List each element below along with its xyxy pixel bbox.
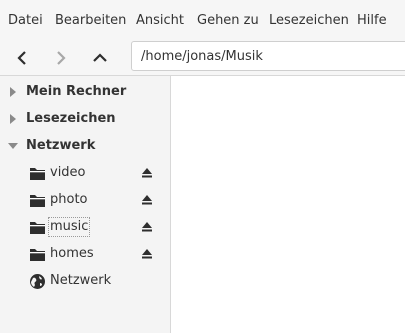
sidebar-item-homes[interactable]: homes — [0, 241, 170, 268]
sidebar-item-label: photo — [50, 192, 88, 207]
expander-collapsed-icon[interactable] — [10, 114, 16, 124]
chevron-up-icon — [93, 53, 107, 62]
sidebar-section-network[interactable]: Netzwerk — [0, 133, 170, 160]
chevron-right-icon — [57, 51, 66, 65]
menu-edit[interactable]: Bearbeiten — [55, 12, 126, 30]
folder-icon — [30, 168, 45, 180]
sidebar-item-video[interactable]: video — [0, 160, 170, 187]
sidebar-section-bookmarks[interactable]: Lesezeichen — [0, 106, 170, 133]
eject-icon[interactable] — [141, 167, 153, 179]
section-label: Netzwerk — [26, 138, 96, 153]
folder-icon — [30, 222, 45, 234]
sidebar-item-music[interactable]: music — [0, 214, 170, 241]
sidebar-item-label: homes — [50, 246, 94, 261]
folder-icon — [30, 249, 45, 261]
file-view[interactable] — [171, 76, 405, 333]
sidebar-item-photo[interactable]: photo — [0, 187, 170, 214]
chevron-left-icon — [17, 51, 26, 65]
section-label: Mein Rechner — [26, 84, 127, 99]
eject-icon[interactable] — [141, 248, 153, 260]
toolbar: /home/jonas/Musik — [0, 40, 405, 76]
expander-expanded-icon[interactable] — [8, 143, 18, 149]
sidebar-item-label: music — [48, 217, 91, 237]
sidebar-item-label: Netzwerk — [50, 273, 112, 288]
section-label: Lesezeichen — [26, 111, 116, 126]
sidebar-item-label: video — [50, 165, 86, 180]
sidebar-section-computer[interactable]: Mein Rechner — [0, 79, 170, 106]
expander-collapsed-icon[interactable] — [10, 87, 16, 97]
location-path: /home/jonas/Musik — [141, 49, 263, 64]
globe-icon — [30, 274, 45, 289]
eject-icon[interactable] — [141, 221, 153, 233]
up-button[interactable] — [86, 44, 114, 72]
back-button[interactable] — [8, 44, 36, 72]
location-bar[interactable]: /home/jonas/Musik — [131, 41, 405, 71]
menu-bookmarks[interactable]: Lesezeichen — [269, 12, 349, 30]
menu-file[interactable]: Datei — [8, 12, 43, 30]
forward-button[interactable] — [47, 44, 75, 72]
sidebar-item-network[interactable]: Netzwerk — [0, 268, 170, 295]
folder-icon — [30, 195, 45, 207]
sidebar: Mein Rechner Lesezeichen Netzwerk video … — [0, 76, 171, 333]
menu-go[interactable]: Gehen zu — [197, 12, 259, 30]
menubar: Datei Bearbeiten Ansicht Gehen zu Leseze… — [0, 0, 405, 40]
menu-help[interactable]: Hilfe — [357, 12, 387, 30]
eject-icon[interactable] — [141, 194, 153, 206]
menu-view[interactable]: Ansicht — [136, 12, 184, 30]
